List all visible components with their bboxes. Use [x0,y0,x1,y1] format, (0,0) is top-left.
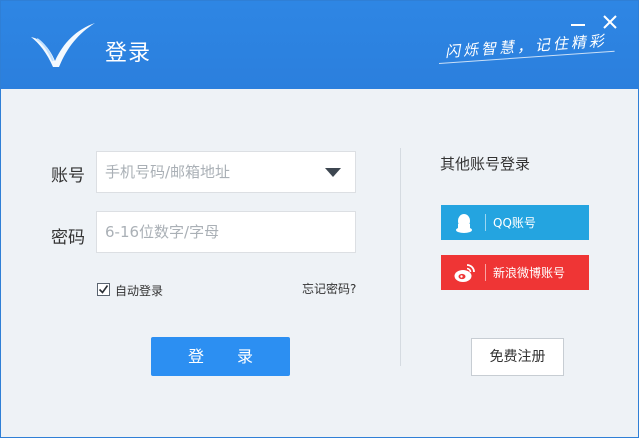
title-bar[interactable]: 登录 闪烁智慧，记住精彩 [1,1,638,89]
login-window: 登录 闪烁智慧，记住精彩 账号 密码 自动登录 忘记密码? 登 录 其他账号登录 [0,0,639,438]
vertical-divider [400,148,401,366]
qq-separator [485,214,486,231]
login-button[interactable]: 登 录 [151,337,290,376]
auto-login-checkbox[interactable] [97,283,110,296]
account-label: 账号 [51,166,85,186]
weibo-login-button[interactable]: 新浪微博账号 [441,255,589,290]
password-field[interactable] [96,211,356,253]
window-title: 登录 [105,41,152,66]
weibo-login-label: 新浪微博账号 [493,266,566,280]
password-label: 密码 [51,228,85,248]
qq-login-button[interactable]: QQ账号 [441,205,589,240]
qq-penguin-icon [456,214,472,233]
account-input[interactable] [97,152,355,192]
auto-login-label[interactable]: 自动登录 [115,282,163,299]
weibo-separator [485,264,486,281]
other-login-title: 其他账号登录 [440,155,531,173]
checkmark-logo-icon [31,23,95,67]
account-field[interactable] [96,151,356,193]
checkmark-icon [98,285,109,294]
forgot-password-link[interactable]: 忘记密码? [302,280,356,297]
password-input[interactable] [97,212,355,252]
minimize-button[interactable] [567,11,589,33]
close-button[interactable] [599,11,621,33]
close-icon [603,15,617,29]
weibo-icon [454,264,475,282]
chevron-down-icon[interactable] [325,168,341,177]
minimize-icon [571,24,585,26]
qq-login-label: QQ账号 [493,216,536,230]
register-button[interactable]: 免费注册 [471,338,564,376]
